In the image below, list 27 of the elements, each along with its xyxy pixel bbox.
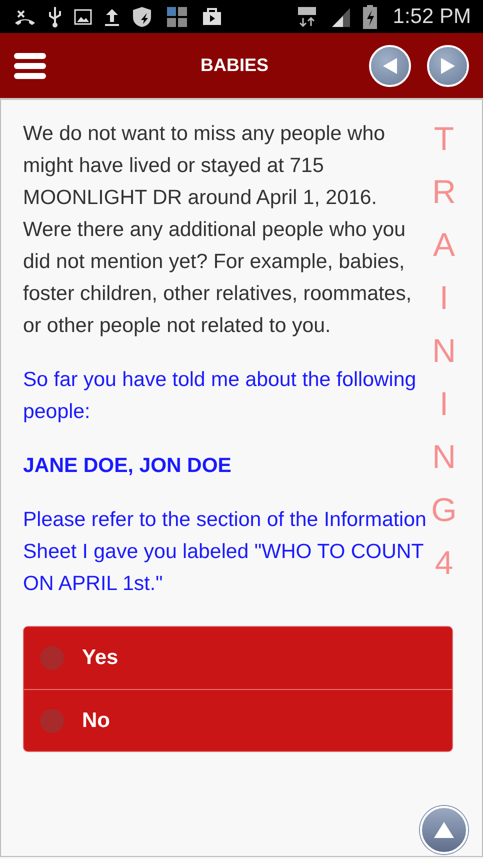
usb-icon xyxy=(48,6,62,28)
people-names: JANE DOE, JON DOE xyxy=(23,453,232,479)
menu-icon xyxy=(14,52,46,80)
question-text: We do not want to miss any people who might have lived or stayed at 715 MOONLIGHT DR around April 1, 2016. Were there any additional people who you did not mention yet? For example, babies, foster children, other relatives, roommates, or other people not related to you. xyxy=(23,121,413,339)
instruction-text: Please refer to the section of the Information Sheet I gave you labeled "WHO TO COUNT ON APRIL 1st." xyxy=(23,507,427,597)
told-intro-text: So far you have told me about the following people: xyxy=(23,367,418,425)
back-button[interactable] xyxy=(369,44,411,86)
menu-button[interactable] xyxy=(14,52,46,80)
left-triangle-icon xyxy=(382,56,398,74)
next-button[interactable] xyxy=(427,44,469,86)
network-icon xyxy=(296,6,319,28)
radio-button[interactable] xyxy=(40,708,64,732)
status-time: 1:52 PM xyxy=(392,4,471,28)
shield-icon xyxy=(132,6,154,28)
briefcase-icon xyxy=(200,6,222,26)
training-mark: TRAINING4 xyxy=(431,119,457,583)
grid-icon xyxy=(166,6,188,28)
image-icon xyxy=(74,8,92,24)
battery-icon xyxy=(362,4,377,28)
screen-title: BABIES xyxy=(199,55,270,76)
up-triangle-icon xyxy=(433,821,455,839)
scroll-up-button[interactable] xyxy=(420,806,468,854)
signal-icon xyxy=(330,6,351,28)
upload-icon xyxy=(104,6,120,26)
radio-button[interactable] xyxy=(40,646,64,670)
right-triangle-icon xyxy=(440,56,456,74)
answer-option[interactable]: No xyxy=(24,689,452,751)
